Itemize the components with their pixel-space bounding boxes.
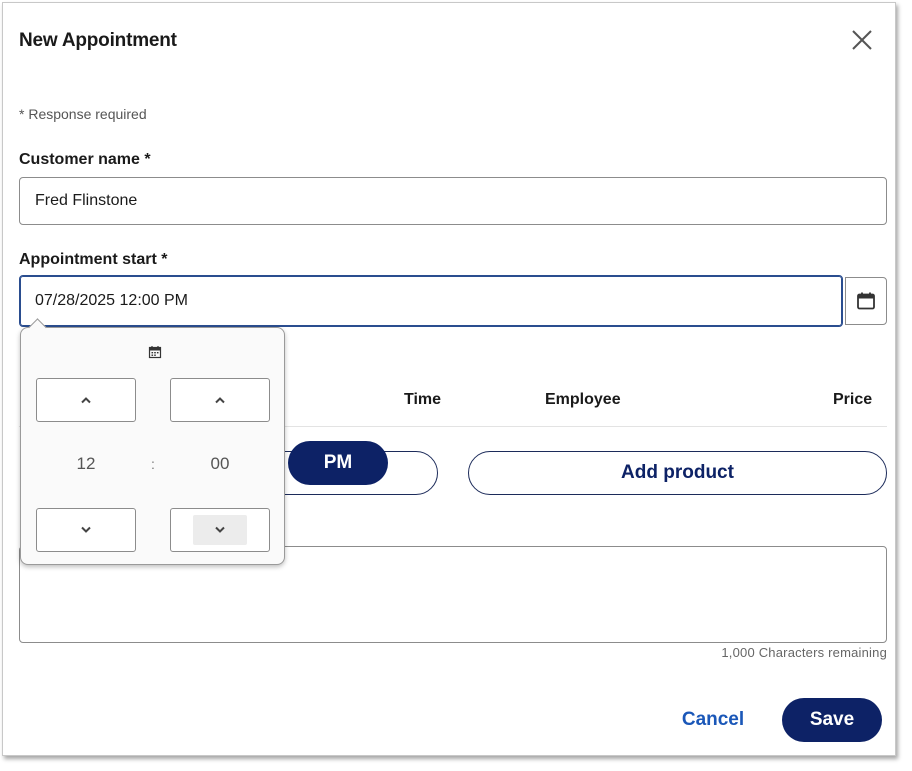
hour-value[interactable]: 12 [36,454,136,474]
dialog-title: New Appointment [19,30,177,51]
column-header-employee: Employee [545,391,621,408]
close-icon [852,30,872,50]
chevron-up-icon [81,397,91,404]
chevron-up-icon [215,397,225,404]
minute-value[interactable]: 00 [170,454,270,474]
customer-name-input[interactable] [19,177,887,225]
calendar-icon[interactable] [148,345,162,359]
chevron-down-icon [215,526,225,533]
add-product-button[interactable]: Add product [468,451,887,495]
customer-name-label: Customer name * [19,151,151,168]
chevron-down-icon [81,526,91,533]
new-appointment-dialog: New Appointment * Response required Cust… [2,2,896,756]
column-header-time: Time [404,391,442,408]
hour-decrement-button[interactable] [36,508,136,552]
calendar-icon [857,292,875,310]
characters-remaining: 1,000 Characters remaining [721,645,887,660]
save-button[interactable]: Save [782,698,882,742]
pm-button[interactable]: PM [288,441,388,485]
column-header-price: Price [833,391,873,408]
required-note: * Response required [19,106,147,122]
minute-increment-button[interactable] [170,378,270,422]
minute-decrement-button[interactable] [170,508,270,552]
hour-increment-button[interactable] [36,378,136,422]
close-button[interactable] [849,27,875,53]
appointment-start-input[interactable] [19,275,843,327]
calendar-button[interactable] [845,277,887,325]
time-picker-popup: 12 : 00 [20,327,285,565]
cancel-button[interactable]: Cancel [663,709,763,731]
time-separator: : [151,456,155,472]
minute-decrement-hover [193,515,247,545]
appointment-start-label: Appointment start * [19,251,168,268]
